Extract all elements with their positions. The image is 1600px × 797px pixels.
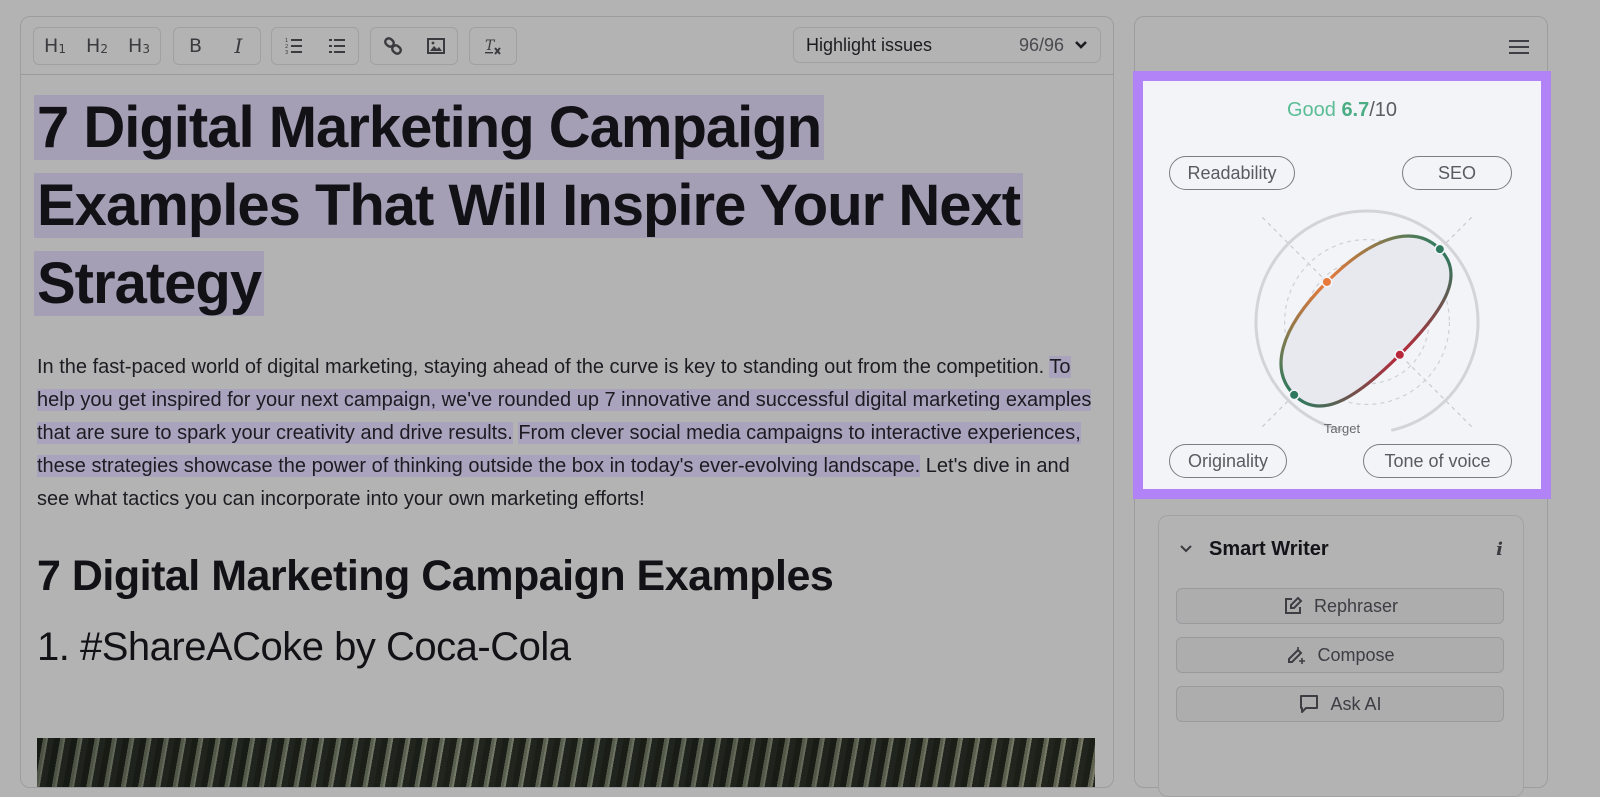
h2-sub: 2 [100,42,108,56]
heading-group: H1 H2 H3 [33,27,161,65]
radar-point-readability [1322,277,1331,286]
menu-icon[interactable] [1509,37,1529,55]
document-title[interactable]: 7 Digital Marketing Campaign Examples Th… [34,89,1097,323]
readability-label: Readability [1187,162,1277,183]
bold-button[interactable]: B [177,29,215,63]
tone-of-voice-pill[interactable]: Tone of voice [1363,444,1512,478]
ordered-list-icon: 123 [285,38,302,56]
svg-text:T: T [485,38,496,54]
chevron-down-icon[interactable] [1179,542,1193,556]
title-highlight: 7 Digital Marketing Campaign Examples Th… [34,95,1024,316]
originality-label: Originality [1187,450,1269,471]
campaign-image [37,738,1095,787]
intro-text-start: In the fast-paced world of digital marke… [37,356,1050,378]
h3-button[interactable]: H3 [120,29,158,63]
smart-writer-card: Smart Writer i Rephraser Compose Ask AI [1158,515,1524,797]
chat-icon [1300,695,1319,713]
seo-label: SEO [1437,162,1476,183]
readability-pill[interactable]: Readability [1169,156,1295,190]
compose-label: Compose [1317,644,1395,665]
h1-sub: 1 [58,42,66,56]
h1-button[interactable]: H1 [36,29,74,63]
score-card: Good 6.7/10 Target Readability SEO Origi… [1133,71,1551,499]
image-icon [426,38,445,54]
h3-sub: 3 [142,42,150,56]
subheading[interactable]: 1. #ShareACoke by Coca-Cola [37,621,1097,673]
link-icon [383,37,402,55]
h1-label: H [44,35,59,57]
bullet-list-icon [328,39,345,53]
tone-of-voice-label: Tone of voice [1384,450,1491,471]
intro-paragraph[interactable]: In the fast-paced world of digital marke… [37,351,1097,516]
section-heading[interactable]: 7 Digital Marketing Campaign Examples [37,548,1097,604]
rephraser-label: Rephraser [1313,595,1399,616]
list-group: 123 [271,27,359,65]
target-label: Target [1323,421,1361,436]
issues-count: 96/96 [1018,34,1064,55]
highlight-issues-label: Highlight issues [806,34,933,55]
magic-pen-icon [1288,647,1306,664]
italic-button[interactable]: I [220,29,258,63]
h3-label: H [128,35,143,57]
h2-button[interactable]: H2 [78,29,116,63]
image-button[interactable] [417,29,455,63]
h2-label: H [86,35,101,57]
seo-pill[interactable]: SEO [1402,156,1512,190]
document-content[interactable]: 7 Digital Marketing Campaign Examples Th… [21,89,1113,673]
italic-icon: I [234,34,243,58]
ordered-list-button[interactable]: 123 [275,29,313,63]
radar-point-originality [1290,390,1299,399]
info-icon[interactable]: i [1496,539,1503,560]
smart-writer-header[interactable]: Smart Writer i [1179,536,1503,562]
edit-icon [1284,596,1303,614]
highlight-issues-dropdown[interactable]: Highlight issues 96/96 [793,27,1101,63]
clear-format-button[interactable]: T [474,29,512,63]
radar-point-tone-of-voice [1395,350,1404,359]
ask-ai-label: Ask AI [1330,693,1382,714]
editor-panel: H1 H2 H3 B I 123 T Highlight issues 96/9… [20,16,1114,788]
rephraser-button[interactable]: Rephraser [1176,588,1504,624]
insert-group [370,27,458,65]
compose-button[interactable]: Compose [1176,637,1504,673]
svg-text:3: 3 [285,50,288,56]
editor-toolbar: H1 H2 H3 B I 123 T Highlight issues 96/9… [21,17,1113,75]
radar-point-seo [1435,245,1444,254]
bullet-list-button[interactable] [318,29,356,63]
bold-icon: B [188,35,203,57]
chevron-down-icon [1075,41,1087,49]
smart-writer-title: Smart Writer [1209,537,1329,560]
originality-pill[interactable]: Originality [1169,444,1287,478]
link-button[interactable] [374,29,412,63]
ask-ai-button[interactable]: Ask AI [1176,686,1504,722]
text-style-group: B I [173,27,261,65]
clear-format-icon: T [485,38,501,55]
clear-group: T [469,27,517,65]
